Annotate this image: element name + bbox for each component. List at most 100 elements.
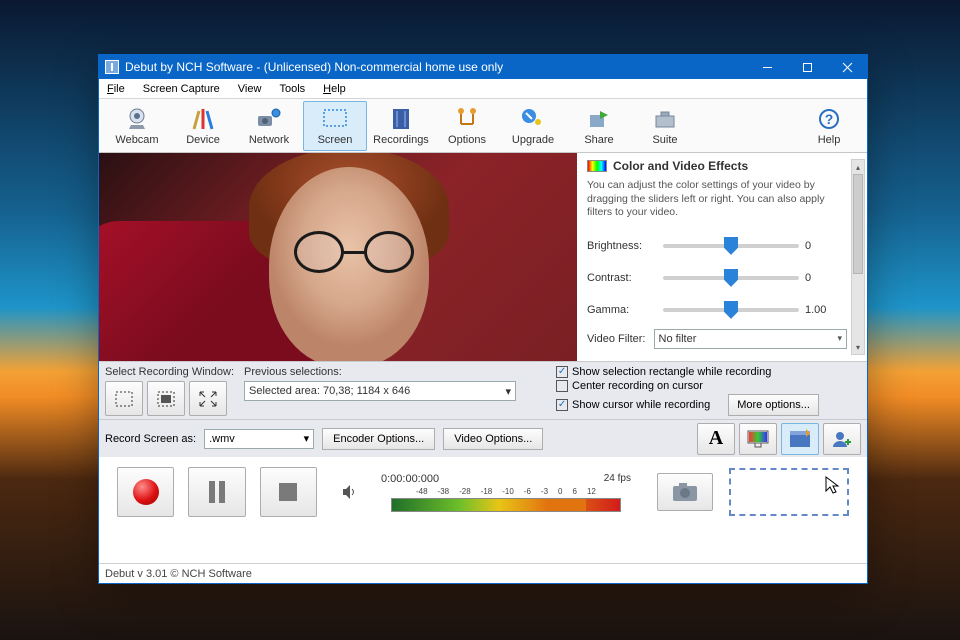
chevron-down-icon: ▾ — [837, 333, 842, 344]
level-meter — [391, 498, 621, 512]
color-tool[interactable] — [739, 423, 777, 455]
select-rectangle-button[interactable] — [105, 381, 143, 416]
watermark-tool[interactable] — [781, 423, 819, 455]
window-title: Debut by NCH Software - (Unlicensed) Non… — [125, 60, 503, 74]
arrows-out-icon — [197, 389, 219, 409]
cursor-icon — [825, 476, 841, 494]
toolbar-help[interactable]: ? Help — [797, 101, 861, 151]
toolbar-screen[interactable]: Screen — [303, 101, 367, 151]
toolbar-upgrade[interactable]: Upgrade — [501, 101, 565, 151]
stop-icon — [279, 483, 297, 501]
brightness-slider[interactable] — [663, 244, 799, 248]
selection-bar: Select Recording Window: Previous select… — [99, 361, 867, 419]
slider-thumb-icon[interactable] — [724, 237, 738, 255]
maximize-button[interactable] — [787, 55, 827, 79]
gamma-slider[interactable] — [663, 308, 799, 312]
select-fullscreen-button[interactable] — [147, 381, 185, 416]
center-cursor-checkbox[interactable]: Center recording on cursor — [556, 380, 819, 392]
filter-label: Video Filter: — [587, 333, 646, 345]
brightness-value: 0 — [805, 240, 843, 252]
toolbar-suite[interactable]: Suite — [633, 101, 697, 151]
person-plus-icon — [830, 429, 854, 449]
webcam-overlay-tool[interactable] — [823, 423, 861, 455]
effects-description: You can adjust the color settings of you… — [587, 179, 847, 220]
contrast-slider[interactable] — [663, 276, 799, 280]
minimize-icon — [762, 62, 773, 73]
previous-selections-label: Previous selections: — [244, 366, 516, 378]
menu-file[interactable]: File — [107, 83, 125, 95]
close-button[interactable] — [827, 55, 867, 79]
scroll-up-icon[interactable]: ▴ — [852, 160, 864, 174]
filled-screen-icon — [155, 389, 177, 409]
toolbar-recordings[interactable]: Recordings — [369, 101, 433, 151]
select-window-label: Select Recording Window: — [105, 366, 234, 378]
webcam-icon — [123, 106, 151, 132]
toolbar-share[interactable]: Share — [567, 101, 631, 151]
screen-icon — [321, 106, 349, 132]
checkbox-empty-icon — [556, 380, 568, 392]
speaker-icon — [341, 484, 357, 500]
snapshot-button[interactable] — [657, 473, 713, 511]
more-options-button[interactable]: More options... — [728, 394, 819, 416]
close-icon — [842, 62, 853, 73]
effects-panel: Color and Video Effects You can adjust t… — [577, 153, 867, 361]
snapshot-preview[interactable] — [729, 468, 849, 516]
effects-title: Color and Video Effects — [613, 159, 748, 173]
recordings-icon — [387, 106, 415, 132]
db-scale: -48-38-28-18-10-6-30612 — [416, 487, 596, 496]
video-options-button[interactable]: Video Options... — [443, 428, 543, 450]
checkbox-checked-icon: ✓ — [556, 366, 568, 378]
show-rectangle-checkbox[interactable]: ✓ Show selection rectangle while recordi… — [556, 366, 819, 378]
filter-select[interactable]: No filter ▾ — [654, 329, 848, 349]
chevron-down-icon: ▾ — [505, 385, 511, 398]
menu-screen-capture[interactable]: Screen Capture — [143, 83, 220, 95]
encoder-options-button[interactable]: Encoder Options... — [322, 428, 435, 450]
maximize-icon — [802, 62, 813, 73]
toolbar-options[interactable]: Options — [435, 101, 499, 151]
toolbar-network[interactable]: Network — [237, 101, 301, 151]
control-bar: 0:00:00:000 24 fps -48-38-28-18-10-6-306… — [99, 457, 867, 527]
record-as-label: Record Screen as: — [105, 433, 196, 445]
scrollbar-thumb[interactable] — [853, 174, 863, 274]
fps-display: 24 fps — [604, 473, 631, 485]
status-text: Debut v 3.01 © NCH Software — [105, 568, 252, 580]
menu-help[interactable]: Help — [323, 83, 346, 95]
share-icon — [585, 106, 613, 132]
text-caption-tool[interactable]: A — [697, 423, 735, 455]
menu-tools[interactable]: Tools — [279, 83, 305, 95]
video-preview — [99, 153, 577, 361]
effects-scrollbar[interactable]: ▴ ▾ — [851, 159, 865, 355]
contrast-value: 0 — [805, 272, 843, 284]
color-swatch-icon — [587, 160, 607, 172]
scroll-down-icon[interactable]: ▾ — [852, 340, 864, 354]
titlebar[interactable]: Debut by NCH Software - (Unlicensed) Non… — [99, 55, 867, 79]
slider-thumb-icon[interactable] — [724, 301, 738, 319]
toolbar-webcam[interactable]: Webcam — [105, 101, 169, 151]
format-select[interactable]: .wmv ▾ — [204, 429, 314, 449]
menu-bar: File Screen Capture View Tools Help — [99, 79, 867, 99]
pause-button[interactable] — [188, 467, 245, 517]
app-window: Debut by NCH Software - (Unlicensed) Non… — [98, 54, 868, 584]
upgrade-icon — [519, 106, 547, 132]
timecode: 0:00:00:000 — [381, 473, 439, 485]
brightness-label: Brightness: — [587, 240, 657, 252]
monitor-color-icon — [746, 429, 770, 449]
slider-thumb-icon[interactable] — [724, 269, 738, 287]
help-icon: ? — [815, 106, 843, 132]
main-toolbar: Webcam Device Network Screen Recordings … — [99, 99, 867, 153]
minimize-button[interactable] — [747, 55, 787, 79]
desktop-background: Debut by NCH Software - (Unlicensed) Non… — [0, 0, 960, 640]
show-cursor-checkbox[interactable]: ✓ Show cursor while recording More optio… — [556, 394, 819, 416]
toolbar-device[interactable]: Device — [171, 101, 235, 151]
select-fit-button[interactable] — [189, 381, 227, 416]
audio-meter: 0:00:00:000 24 fps -48-38-28-18-10-6-306… — [381, 473, 631, 512]
svg-text:?: ? — [825, 111, 834, 127]
film-icon — [788, 429, 812, 449]
dashed-rect-icon — [113, 389, 135, 409]
options-icon — [453, 106, 481, 132]
menu-view[interactable]: View — [238, 83, 262, 95]
network-icon — [255, 106, 283, 132]
record-button[interactable] — [117, 467, 174, 517]
stop-button[interactable] — [260, 467, 317, 517]
previous-selection-dropdown[interactable]: Selected area: 70,38; 1184 x 646 ▾ — [244, 381, 516, 401]
